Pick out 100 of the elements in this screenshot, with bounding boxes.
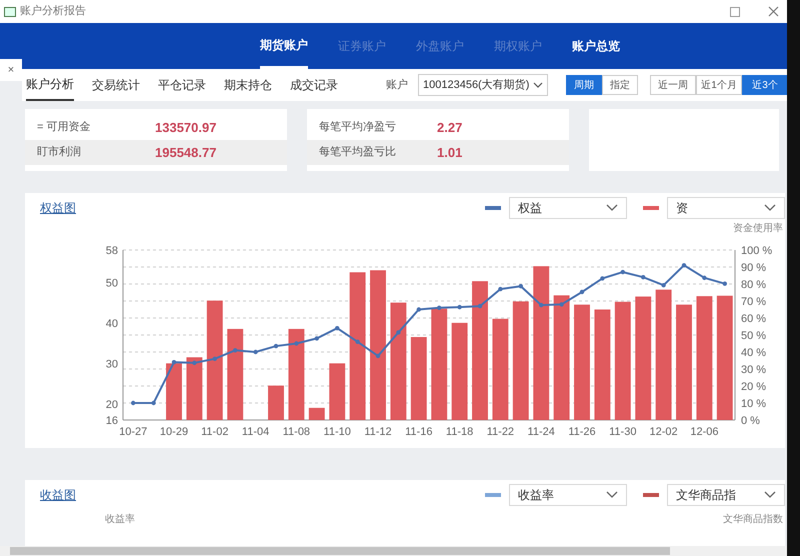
range-button[interactable]: 近1个月 <box>696 75 742 95</box>
horizontal-scrollbar[interactable] <box>0 546 787 556</box>
series-dropdown[interactable]: 资 <box>667 197 785 219</box>
data-point <box>661 283 666 288</box>
stat-label: 盯市利润 <box>37 144 82 160</box>
mode-button[interactable]: 周期 <box>566 75 602 95</box>
mode-button[interactable]: 指定 <box>602 75 638 95</box>
data-point <box>457 304 462 310</box>
stat-value: 133570.97 <box>155 118 216 137</box>
section-tab[interactable]: 期末持仓 <box>224 69 272 101</box>
data-point <box>559 302 564 307</box>
data-point <box>518 284 523 288</box>
axis-tick-label: 11-24 <box>528 426 555 438</box>
account-dropdown[interactable]: 100123456(大有期货) <box>418 74 548 96</box>
bar <box>329 363 346 420</box>
axis-title: 资金使用率 <box>733 222 783 236</box>
stat-label: = 可用资金 <box>37 120 92 136</box>
data-point <box>131 400 136 406</box>
window-title: 账户分析报告 <box>20 4 86 20</box>
axis-tick-label: 11-22 <box>486 426 514 438</box>
data-point <box>478 304 482 308</box>
series-dropdown[interactable]: 文华商品指 <box>667 484 785 506</box>
axis-tick-label: 60 % <box>741 313 766 325</box>
axis-tick-label: 20 <box>106 398 118 411</box>
maximize-icon[interactable] <box>730 6 740 16</box>
data-point <box>274 344 278 348</box>
axis-tick-label: 11-16 <box>405 426 432 438</box>
axis-tick-label: 11-02 <box>201 426 228 438</box>
data-point <box>641 275 646 280</box>
axis-tick-label: 10-27 <box>119 426 148 438</box>
axis-tick-label: 40 % <box>741 347 766 359</box>
axis-tick-label: 0 % <box>741 415 760 427</box>
data-point <box>212 356 217 361</box>
bar <box>186 357 202 420</box>
axis-tick-label: 11-18 <box>446 426 474 438</box>
axis-tick-label: 58 <box>106 245 118 257</box>
data-point <box>539 302 544 308</box>
data-point <box>437 306 442 310</box>
axis-tick-label: 12-02 <box>650 426 678 438</box>
data-point <box>600 276 605 281</box>
account-label: 账户 <box>386 78 408 93</box>
axis-tick-label: 70 % <box>741 296 766 308</box>
axis-tick-label: 30 <box>106 358 118 370</box>
data-point <box>580 290 584 294</box>
chevron-down-icon <box>764 491 776 499</box>
stat-value: 1.01 <box>437 144 462 162</box>
close-icon[interactable] <box>768 6 779 17</box>
axis-title: 收益率 <box>105 512 135 527</box>
axis-tick-label: 80 % <box>741 279 766 291</box>
chart-title-link[interactable]: 权益图 <box>40 199 76 217</box>
axis-tick-label: 90 % <box>741 262 766 274</box>
axis-title: 文华商品指数 <box>723 512 783 527</box>
range-button[interactable]: 近一周 <box>650 75 696 95</box>
axis-tick-label: 30 % <box>741 364 766 376</box>
app-icon <box>4 6 16 16</box>
data-point <box>151 400 156 406</box>
data-point <box>682 263 686 268</box>
stat-label: 每笔平均净盈亏 <box>319 120 397 136</box>
axis-tick-label: 10 % <box>741 398 766 410</box>
axis-tick-label: 11-10 <box>324 426 351 438</box>
data-point <box>722 281 727 286</box>
data-point <box>192 360 197 366</box>
stat-value: 2.27 <box>437 118 462 137</box>
data-point <box>396 330 401 335</box>
section-tab[interactable]: 成交记录 <box>290 69 338 101</box>
section-tab[interactable]: 账户分析 <box>26 69 74 101</box>
section-tab[interactable]: 交易统计 <box>92 69 140 101</box>
data-point <box>355 340 360 344</box>
scrollbar-thumb[interactable] <box>10 547 670 555</box>
chevron-down-icon <box>764 204 776 212</box>
stat-value: 195548.77 <box>155 144 216 162</box>
axis-tick-label: 11-30 <box>609 426 636 438</box>
data-point <box>253 350 258 354</box>
chevron-down-icon <box>533 82 543 88</box>
data-point <box>335 326 340 330</box>
series-dropdown[interactable]: 权益 <box>509 197 627 219</box>
axis-tick-label: 100 % <box>741 245 772 257</box>
data-point <box>416 307 421 312</box>
bar <box>268 386 284 420</box>
axis-tick-label: 20 % <box>741 381 766 393</box>
close-tab-button[interactable]: × <box>0 59 22 81</box>
data-point <box>498 286 503 292</box>
bar <box>308 408 325 420</box>
axis-tick-label: 11-04 <box>242 426 270 438</box>
data-point <box>172 360 176 364</box>
series-dropdown[interactable]: 收益率 <box>509 484 627 506</box>
data-point <box>620 270 625 274</box>
nav-tab[interactable]: 账户总览 <box>572 23 620 69</box>
section-tab[interactable]: 平仓记录 <box>158 69 206 101</box>
range-button[interactable]: 近3个 <box>742 75 788 95</box>
chart-title-link[interactable]: 收益图 <box>40 486 76 504</box>
axis-tick-label: 11-12 <box>364 426 392 438</box>
axis-tick-label: 16 <box>106 415 118 427</box>
axis-tick-label: 40 <box>106 318 118 330</box>
axis-tick-label: 50 % <box>741 330 766 342</box>
axis-tick-label: 11-26 <box>568 426 596 438</box>
axis-tick-label: 11-08 <box>282 426 310 438</box>
data-point <box>314 336 319 341</box>
stat-label: 每笔平均盈亏比 <box>319 145 397 160</box>
data-point <box>294 341 299 346</box>
